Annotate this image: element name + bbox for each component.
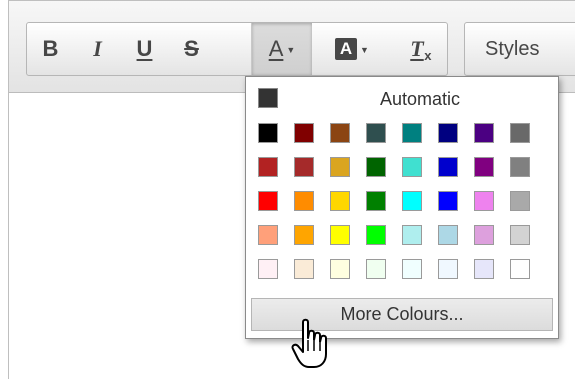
italic-icon: I xyxy=(93,36,102,61)
colour-swatch[interactable] xyxy=(258,191,278,211)
colour-swatch[interactable] xyxy=(294,123,314,143)
colour-swatch[interactable] xyxy=(438,191,458,211)
strikethrough-icon: S xyxy=(184,36,199,61)
remove-format-button[interactable]: T x xyxy=(387,23,447,75)
dropdown-arrow-icon: ▼ xyxy=(360,45,369,55)
remove-format-icon: T x xyxy=(410,35,432,63)
colour-swatch[interactable] xyxy=(294,191,314,211)
colour-swatch[interactable] xyxy=(510,259,530,279)
background-colour-icon: A xyxy=(335,38,358,60)
colour-swatch[interactable] xyxy=(366,259,386,279)
bold-icon: B xyxy=(42,36,59,61)
colour-swatch[interactable] xyxy=(366,191,386,211)
more-colours-button[interactable]: More Colours... xyxy=(251,298,553,331)
colour-swatch[interactable] xyxy=(510,225,530,245)
text-colour-button[interactable]: A ▼ xyxy=(252,23,312,75)
colour-swatch[interactable] xyxy=(510,157,530,177)
colour-swatch[interactable] xyxy=(330,157,350,177)
more-colours-label: More Colours... xyxy=(340,304,464,324)
colour-swatch[interactable] xyxy=(330,225,350,245)
strikethrough-button[interactable]: S xyxy=(168,23,215,75)
styles-combo[interactable]: Styles xyxy=(464,22,575,76)
basic-styles-button-group: B I U S A ▼ A ▼ T x xyxy=(26,22,448,76)
colour-swatch[interactable] xyxy=(438,157,458,177)
colour-swatch[interactable] xyxy=(474,123,494,143)
colour-swatch[interactable] xyxy=(366,123,386,143)
colour-swatch[interactable] xyxy=(402,259,422,279)
colour-swatch[interactable] xyxy=(294,225,314,245)
colour-swatch[interactable] xyxy=(330,123,350,143)
dropdown-arrow-icon: ▼ xyxy=(286,45,296,55)
colour-swatch[interactable] xyxy=(438,259,458,279)
colour-swatch[interactable] xyxy=(474,191,494,211)
underline-icon: U xyxy=(136,36,153,61)
automatic-colour-label: Automatic xyxy=(380,89,461,109)
colour-swatch[interactable] xyxy=(258,225,278,245)
italic-button[interactable]: I xyxy=(74,23,121,75)
colour-swatch[interactable] xyxy=(474,259,494,279)
colour-swatch[interactable] xyxy=(366,225,386,245)
colour-swatch[interactable] xyxy=(258,123,278,143)
colour-swatch[interactable] xyxy=(402,157,422,177)
colour-swatch[interactable] xyxy=(402,225,422,245)
automatic-colour-swatch xyxy=(258,88,278,108)
colour-swatch[interactable] xyxy=(438,123,458,143)
colour-swatch[interactable] xyxy=(294,157,314,177)
colour-swatch[interactable] xyxy=(510,123,530,143)
colour-swatch[interactable] xyxy=(402,191,422,211)
colour-swatch[interactable] xyxy=(258,157,278,177)
colour-swatch[interactable] xyxy=(474,225,494,245)
underline-button[interactable]: U xyxy=(121,23,168,75)
background-colour-button[interactable]: A ▼ xyxy=(321,23,383,75)
colour-swatch[interactable] xyxy=(438,225,458,245)
colour-swatch[interactable] xyxy=(474,157,494,177)
text-colour-icon: A xyxy=(268,35,284,61)
colour-swatch[interactable] xyxy=(330,191,350,211)
text-colour-panel: Automatic More Colours... xyxy=(245,76,559,339)
colour-swatch[interactable] xyxy=(294,259,314,279)
styles-combo-label: Styles xyxy=(485,37,540,60)
colour-swatch[interactable] xyxy=(510,191,530,211)
editor-screenshot: B I U S A ▼ A ▼ T x Styles Automatic Mor… xyxy=(0,0,575,379)
automatic-colour-option[interactable]: Automatic xyxy=(252,87,552,109)
colour-swatch[interactable] xyxy=(330,259,350,279)
colour-swatch[interactable] xyxy=(366,157,386,177)
colour-swatch[interactable] xyxy=(402,123,422,143)
bold-button[interactable]: B xyxy=(27,23,74,75)
colour-swatch[interactable] xyxy=(258,259,278,279)
